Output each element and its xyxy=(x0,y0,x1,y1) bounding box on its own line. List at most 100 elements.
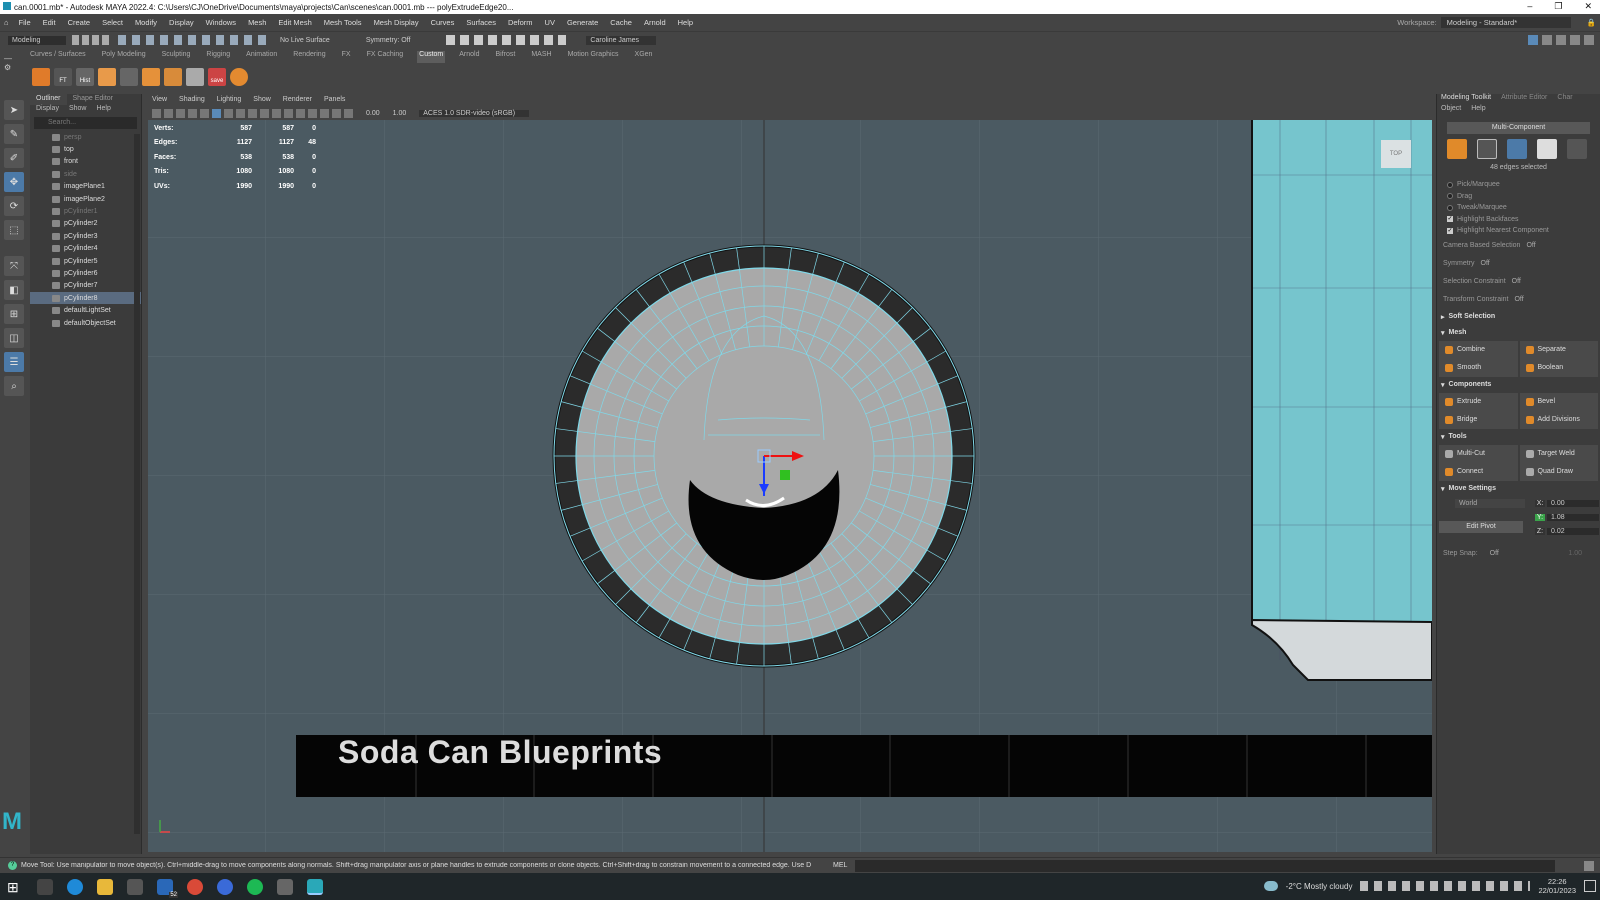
outliner-item[interactable]: pCylinder1 xyxy=(30,205,141,217)
vp-menu-renderer[interactable]: Renderer xyxy=(283,96,312,106)
transform-constraint[interactable]: Transform Constraint Off xyxy=(1437,291,1600,309)
aa-icon[interactable] xyxy=(296,108,305,118)
live-surface[interactable]: No Live Surface xyxy=(280,37,330,44)
firefox-icon[interactable] xyxy=(217,878,233,895)
outliner-menu-show[interactable]: Show xyxy=(69,105,87,115)
paint-select-icon[interactable]: ✐ xyxy=(4,148,24,168)
home-icon[interactable]: ⌂ xyxy=(4,18,9,27)
tab-outliner[interactable]: Outliner xyxy=(30,94,67,105)
vp-menu-show[interactable]: Show xyxy=(253,96,271,106)
layout-icons[interactable] xyxy=(1528,35,1594,45)
shelf-tab[interactable]: FX xyxy=(340,51,353,63)
lock-icon[interactable]: 🔒 xyxy=(1587,18,1596,27)
z-field[interactable]: 0.02 xyxy=(1547,528,1599,535)
menu-deform[interactable]: Deform xyxy=(508,18,533,27)
menu-edit-mesh[interactable]: Edit Mesh xyxy=(278,18,311,27)
menu-cache[interactable]: Cache xyxy=(610,18,632,27)
snap-icons[interactable] xyxy=(118,35,268,45)
gamma-value[interactable]: 1.00 xyxy=(393,110,407,117)
shelf-tab[interactable]: XGen xyxy=(633,51,655,63)
workspace-select[interactable]: Modeling - Standard* xyxy=(1440,17,1571,28)
grid-icon[interactable] xyxy=(120,68,138,86)
shelf-tab[interactable]: Sculpting xyxy=(160,51,193,63)
chrome-icon[interactable] xyxy=(187,878,203,895)
ao-icon[interactable] xyxy=(284,108,293,118)
outliner-item[interactable]: defaultObjectSet xyxy=(30,317,141,329)
mtk-menu-object[interactable]: Object xyxy=(1441,105,1461,116)
isolate-icon[interactable] xyxy=(308,108,317,118)
shelf-tab[interactable]: Curves / Surfaces xyxy=(28,51,88,63)
tab-shape-editor[interactable]: Shape Editor xyxy=(67,94,119,105)
add-divisions-button[interactable]: Add Divisions xyxy=(1519,410,1598,429)
menu-windows[interactable]: Windows xyxy=(206,18,236,27)
close-icon[interactable]: ✕ xyxy=(1584,1,1592,12)
shelf-tab[interactable]: Rigging xyxy=(204,51,232,63)
exposure-value[interactable]: 0.00 xyxy=(366,110,380,117)
outliner-item[interactable]: pCylinder5 xyxy=(30,255,141,267)
pick-marquee-radio[interactable]: Pick/Marquee xyxy=(1437,179,1600,191)
outliner-item[interactable]: pCylinder3 xyxy=(30,230,141,242)
menu-edit[interactable]: Edit xyxy=(43,18,56,27)
multi-component-button[interactable]: Multi-Component xyxy=(1447,122,1590,134)
multi-cut-button[interactable]: Multi-Cut xyxy=(1439,444,1518,463)
smooth-button[interactable]: Smooth xyxy=(1439,358,1518,377)
separate-button[interactable]: Separate xyxy=(1519,340,1598,359)
face-mode-icon[interactable] xyxy=(1537,139,1557,159)
menu-mesh[interactable]: Mesh xyxy=(248,18,266,27)
textured-icon[interactable] xyxy=(248,108,257,118)
vp-menu-panels[interactable]: Panels xyxy=(324,96,345,106)
outliner-item[interactable]: top xyxy=(30,143,141,155)
viewcube-top[interactable]: TOP xyxy=(1381,140,1411,168)
outliner-menu-help[interactable]: Help xyxy=(96,105,110,115)
outliner-menu-display[interactable]: Display xyxy=(36,105,59,115)
menu-mesh-tools[interactable]: Mesh Tools xyxy=(324,18,362,27)
quad-draw-button[interactable]: Quad Draw xyxy=(1519,462,1598,481)
lasso-tool-icon[interactable]: ✎ xyxy=(4,124,24,144)
bridge-button[interactable]: Bridge xyxy=(1439,410,1518,429)
menu-surfaces[interactable]: Surfaces xyxy=(466,18,496,27)
windows-start-icon[interactable]: ⊞ xyxy=(7,879,23,895)
vertex-mode-icon[interactable] xyxy=(1477,139,1497,159)
save-icon[interactable]: save xyxy=(208,68,226,86)
edge-browser-icon[interactable] xyxy=(67,878,83,895)
colorspace-select[interactable]: ACES 1.0 SDR-video (sRGB) xyxy=(419,109,530,117)
clock[interactable]: 22:26 22/01/2023 xyxy=(1538,877,1576,895)
task-view-icon[interactable] xyxy=(37,878,53,895)
menu-help[interactable]: Help xyxy=(678,18,693,27)
boolean-button[interactable]: Boolean xyxy=(1519,358,1598,377)
outliner-item[interactable]: pCylinder7 xyxy=(30,280,141,292)
menu-mesh-display[interactable]: Mesh Display xyxy=(374,18,419,27)
tweak-marquee-radio[interactable]: Tweak/Marquee xyxy=(1437,202,1600,214)
backface-icon[interactable] xyxy=(344,108,353,118)
menu-arnold[interactable]: Arnold xyxy=(644,18,666,27)
bookmark-icon[interactable] xyxy=(176,108,185,118)
outliner-item[interactable]: pCylinder6 xyxy=(30,267,141,279)
connect-button[interactable]: Connect xyxy=(1439,462,1518,481)
shelf-tab[interactable]: FX Caching xyxy=(365,51,406,63)
outliner-item[interactable]: side xyxy=(30,168,141,180)
outliner-item[interactable]: defaultLightSet xyxy=(30,304,141,316)
render-icons[interactable] xyxy=(446,35,567,45)
cube-shelf-icon[interactable] xyxy=(32,68,50,86)
poly-cube-icon[interactable] xyxy=(142,68,160,86)
minimize-icon[interactable]: – xyxy=(1527,1,1532,12)
drag-radio[interactable]: Drag xyxy=(1437,191,1600,203)
single-view-icon[interactable]: ◧ xyxy=(4,280,24,300)
menu-file[interactable]: File xyxy=(19,18,31,27)
shelf-settings-icon[interactable]: — ⚙ xyxy=(4,54,24,88)
shadows-icon[interactable] xyxy=(272,108,281,118)
outliner-item[interactable]: front xyxy=(30,156,141,168)
shelf-tab[interactable]: Rendering xyxy=(291,51,327,63)
tools-section-header[interactable]: ▾ Tools xyxy=(1437,429,1600,445)
scale-tool-icon[interactable]: ⬚ xyxy=(4,220,24,240)
mail-icon[interactable]: 52 xyxy=(157,878,178,898)
brush-icon[interactable] xyxy=(186,68,204,86)
maya-taskbar-icon[interactable] xyxy=(307,878,323,895)
menu-uv[interactable]: UV xyxy=(545,18,555,27)
menu-generate[interactable]: Generate xyxy=(567,18,598,27)
uv-mode-icon[interactable] xyxy=(1567,139,1587,159)
tab-modeling-toolkit[interactable]: Modeling Toolkit xyxy=(1441,94,1491,105)
mtk-menu-help[interactable]: Help xyxy=(1471,105,1485,116)
vp-menu-lighting[interactable]: Lighting xyxy=(217,96,242,106)
shelf-tab[interactable]: Motion Graphics xyxy=(566,51,621,63)
